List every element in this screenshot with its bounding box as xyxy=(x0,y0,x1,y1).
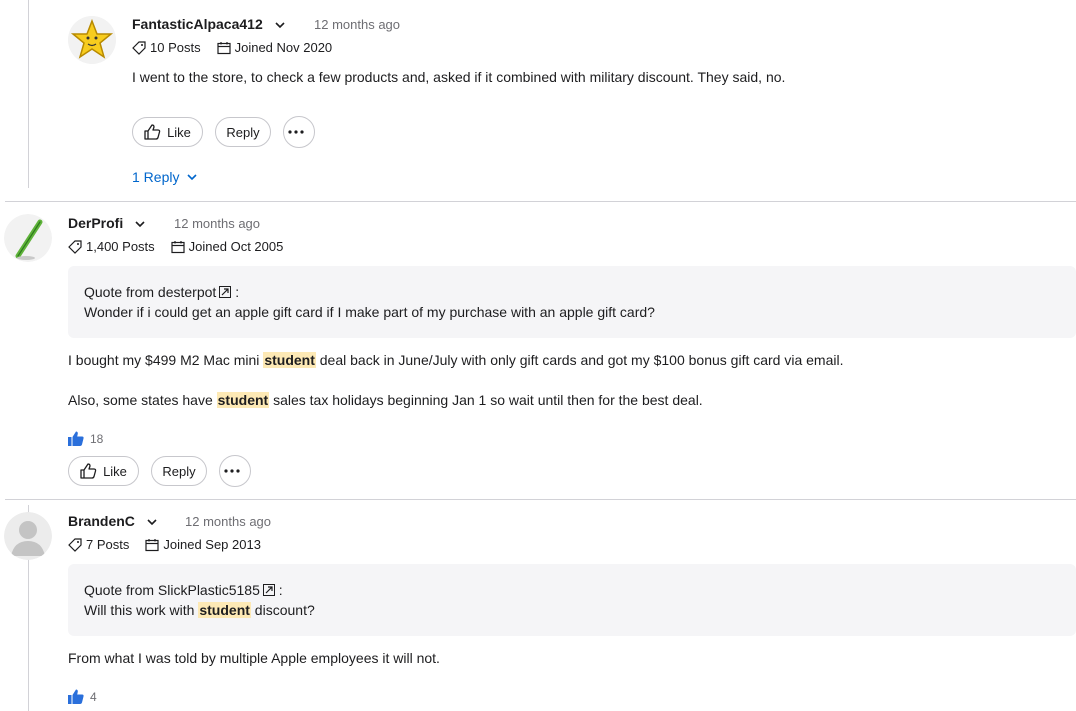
like-count-value: 18 xyxy=(90,431,104,446)
quote-source[interactable]: Quote from SlickPlastic5185 xyxy=(84,582,260,598)
search-highlight: student xyxy=(216,392,270,408)
post-time: 12 months ago xyxy=(185,514,272,529)
quote-body-text: discount? xyxy=(250,602,315,618)
thread-line xyxy=(28,0,29,188)
search-highlight: student xyxy=(198,602,251,618)
chevron-down-icon xyxy=(187,174,198,181)
joined-date: Joined Nov 2020 xyxy=(234,40,333,55)
post-divider xyxy=(5,201,1076,202)
author-name[interactable]: FantasticAlpaca412 xyxy=(132,16,285,32)
post-time: 12 months ago xyxy=(174,216,261,231)
like-count[interactable]: 18 xyxy=(68,431,103,446)
quote-source[interactable]: Quote from desterpot xyxy=(84,284,216,300)
quote-colon: : xyxy=(278,582,283,598)
more-options-button[interactable] xyxy=(219,455,251,487)
external-link-icon[interactable] xyxy=(262,584,275,596)
author-name-text[interactable]: FantasticAlpaca412 xyxy=(132,16,263,32)
like-label: Like xyxy=(103,463,127,479)
joined-date: Joined Oct 2005 xyxy=(188,239,284,254)
author-name-text[interactable]: DerProfi xyxy=(68,215,123,231)
post-count: 1,400 Posts xyxy=(86,239,155,254)
quote-colon: : xyxy=(235,284,240,300)
quote-block: Quote from desterpot : Wonder if i could… xyxy=(68,266,1076,338)
joined-date: Joined Sep 2013 xyxy=(163,537,261,552)
pen-icon xyxy=(4,214,52,262)
like-count-value: 4 xyxy=(90,689,97,704)
author-meta: 1,400 Posts Joined Oct 2005 xyxy=(68,239,299,254)
like-button[interactable]: Like xyxy=(68,456,139,486)
post-count: 10 Posts xyxy=(150,40,201,55)
like-count[interactable]: 4 xyxy=(68,689,97,704)
quote-text: Will this work with student discount? xyxy=(84,602,315,618)
post-body: Also, some states have student sales tax… xyxy=(68,392,703,408)
post-divider xyxy=(5,499,1076,500)
more-options-button[interactable] xyxy=(283,116,315,148)
external-link-icon[interactable] xyxy=(219,286,232,298)
ellipsis-icon xyxy=(288,130,304,134)
thumbs-up-outline-icon xyxy=(144,124,161,140)
ellipsis-icon xyxy=(224,469,240,473)
body-text: sales tax holidays beginning Jan 1 so wa… xyxy=(269,392,703,408)
post-body: I bought my $499 M2 Mac mini student dea… xyxy=(68,352,844,368)
thumbs-up-filled-icon xyxy=(68,431,84,446)
calendar-icon xyxy=(216,41,231,54)
thumbs-up-filled-icon xyxy=(68,689,84,704)
quote-block: Quote from SlickPlastic5185 : Will this … xyxy=(68,564,1076,636)
post-body: From what I was told by multiple Apple e… xyxy=(68,650,440,666)
calendar-icon xyxy=(145,538,159,551)
post-time: 12 months ago xyxy=(314,17,401,32)
quote-header: Quote from desterpot : xyxy=(84,284,239,300)
replies-label[interactable]: 1 Reply xyxy=(132,169,179,185)
body-text: deal back in June/July with only gift ca… xyxy=(315,352,844,368)
chevron-down-icon[interactable] xyxy=(147,518,157,526)
chevron-down-icon[interactable] xyxy=(275,21,285,29)
author-meta: 7 Posts Joined Sep 2013 xyxy=(68,537,277,552)
calendar-icon xyxy=(171,240,185,253)
quote-body-text: Will this work with xyxy=(84,602,199,618)
body-text: I bought my $499 M2 Mac mini xyxy=(68,352,264,368)
author-name-text[interactable]: BrandenC xyxy=(68,513,135,529)
quote-text: Wonder if i could get an apple gift card… xyxy=(84,304,655,320)
reply-button[interactable]: Reply xyxy=(151,456,207,486)
tag-icon xyxy=(68,239,82,254)
tag-icon xyxy=(68,537,82,552)
reply-button[interactable]: Reply xyxy=(215,117,271,147)
chevron-down-icon[interactable] xyxy=(135,220,145,228)
author-name[interactable]: DerProfi xyxy=(68,215,145,231)
quote-header: Quote from SlickPlastic5185 : xyxy=(84,582,283,598)
author-meta: 10 Posts Joined Nov 2020 xyxy=(132,40,348,55)
avatar[interactable] xyxy=(68,16,116,64)
post-count: 7 Posts xyxy=(86,537,130,552)
post-body: I went to the store, to check a few prod… xyxy=(132,69,786,85)
like-button[interactable]: Like xyxy=(132,117,203,147)
replies-toggle[interactable]: 1 Reply xyxy=(132,169,198,185)
avatar[interactable] xyxy=(4,214,52,262)
author-name[interactable]: BrandenC xyxy=(68,513,157,529)
avatar[interactable] xyxy=(4,512,52,560)
star-icon xyxy=(68,16,116,64)
search-highlight: student xyxy=(263,352,316,368)
thumbs-up-outline-icon xyxy=(80,463,97,479)
like-label: Like xyxy=(167,124,191,140)
body-text: Also, some states have xyxy=(68,392,217,408)
default-person-icon xyxy=(4,512,52,560)
tag-icon xyxy=(132,40,146,55)
